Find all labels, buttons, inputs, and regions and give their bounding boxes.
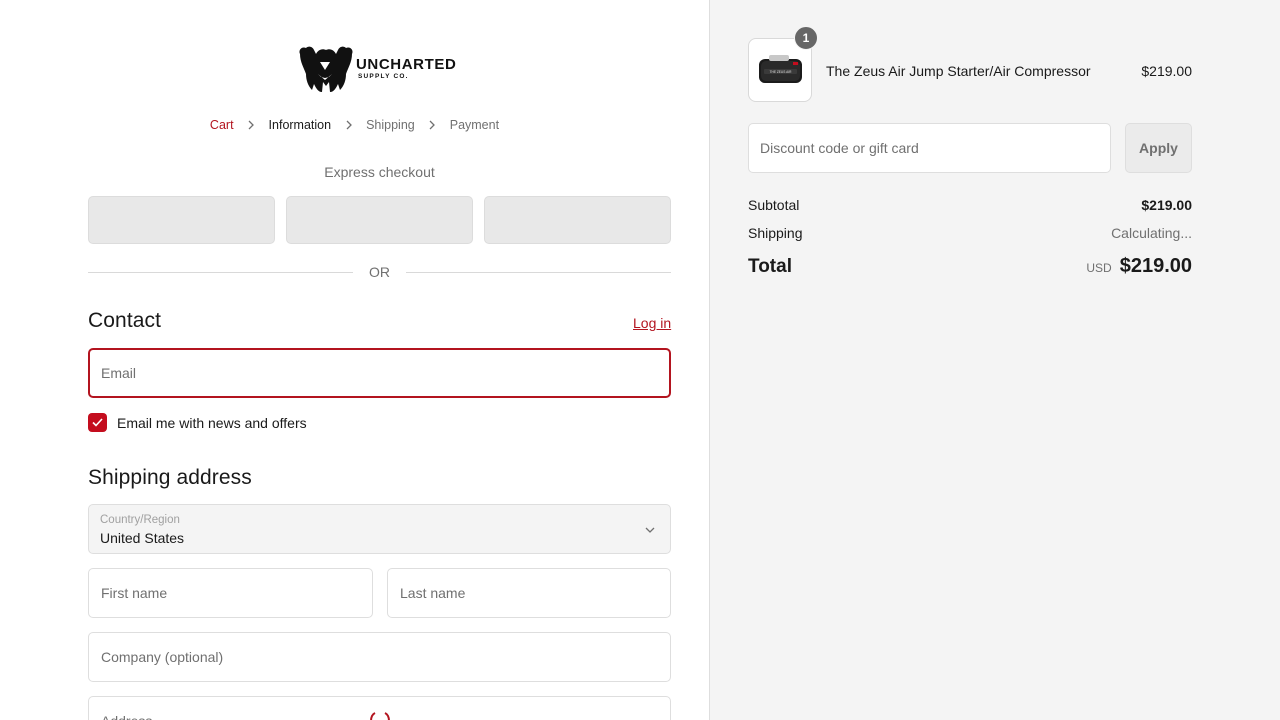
express-checkout-button-3[interactable] [484, 196, 671, 244]
login-link[interactable]: Log in [633, 315, 671, 331]
first-name-input[interactable] [101, 585, 360, 601]
company-input[interactable] [101, 649, 658, 665]
total-label: Total [748, 256, 792, 277]
quantity-badge: 1 [794, 26, 818, 50]
last-name-field[interactable] [387, 568, 671, 618]
brand-name: UNCHARTED [356, 56, 457, 74]
bear-logo-icon [299, 46, 353, 92]
company-field[interactable] [88, 632, 671, 682]
chevron-right-icon [246, 120, 257, 131]
newsletter-label: Email me with news and offers [117, 414, 307, 431]
first-name-field[interactable] [88, 568, 373, 618]
newsletter-checkbox[interactable] [88, 413, 107, 432]
breadcrumb-cart[interactable]: Cart [210, 118, 234, 132]
last-name-input[interactable] [400, 585, 658, 601]
brand-logo[interactable]: UNCHARTED SUPPLY CO. [296, 44, 466, 94]
apply-button[interactable]: Apply [1125, 123, 1192, 173]
chevron-right-icon [343, 120, 354, 131]
country-label: Country/Region [100, 514, 180, 526]
breadcrumb-payment: Payment [449, 118, 500, 132]
total-value: $219.00 [1119, 255, 1192, 277]
shipping-label: Shipping [748, 225, 803, 241]
newsletter-option[interactable]: Email me with news and offers [88, 413, 307, 432]
or-text: OR [369, 264, 390, 280]
breadcrumb: Cart Information Shipping Payment [0, 118, 709, 132]
product-image: THE ZEUS AIR [759, 55, 802, 83]
or-divider: OR [88, 262, 671, 282]
express-checkout-button-2[interactable] [286, 196, 473, 244]
shipping-value: Calculating... [1111, 225, 1192, 241]
divider-line [406, 271, 671, 273]
express-checkout-title: Express checkout [324, 164, 435, 180]
order-summary [710, 0, 1280, 720]
total-row: Total USD $219.00 [748, 255, 1192, 278]
subtotal-label: Subtotal [748, 197, 800, 213]
email-input[interactable] [101, 365, 658, 381]
divider-line [88, 271, 353, 273]
country-value: United States [100, 530, 185, 546]
product-price: $219.00 [1141, 63, 1192, 79]
checkout-main: UNCHARTED SUPPLY CO. Cart Information Sh… [0, 0, 709, 720]
subtotal-row: Subtotal $219.00 [748, 197, 1192, 213]
contact-title: Contact [88, 309, 162, 332]
product-image-label: THE ZEUS AIR [770, 70, 792, 74]
country-select[interactable]: Country/Region United States [88, 504, 671, 554]
brand-tagline: SUPPLY CO. [358, 73, 409, 81]
email-field[interactable] [88, 348, 671, 398]
discount-input[interactable] [760, 140, 1099, 156]
shipping-address-title: Shipping address [88, 466, 252, 489]
address-search-icon [370, 712, 390, 720]
currency-code: USD [1086, 261, 1112, 275]
express-checkout-button-1[interactable] [88, 196, 275, 244]
chevron-right-icon [427, 120, 438, 131]
discount-field[interactable] [748, 123, 1111, 173]
checkmark-icon [92, 418, 103, 427]
chevron-down-icon [645, 527, 655, 533]
subtotal-value: $219.00 [1141, 197, 1192, 213]
breadcrumb-information: Information [268, 118, 332, 132]
product-name: The Zeus Air Jump Starter/Air Compressor [826, 63, 1091, 79]
breadcrumb-shipping: Shipping [366, 118, 415, 132]
shipping-row: Shipping Calculating... [748, 225, 1192, 241]
